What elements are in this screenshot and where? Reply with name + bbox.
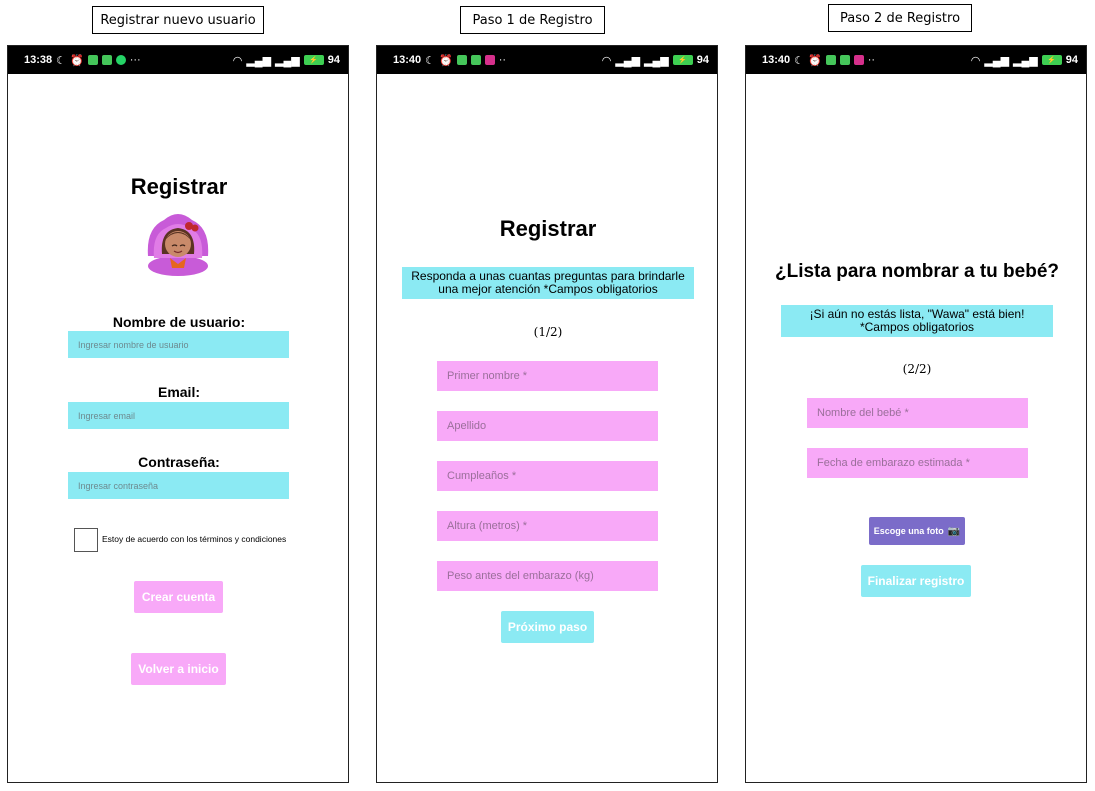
- height-input[interactable]: Altura (metros) *: [437, 511, 658, 541]
- app-notification-icon: [839, 55, 850, 65]
- next-step-button[interactable]: Próximo paso: [501, 611, 594, 643]
- create-account-button[interactable]: Crear cuenta: [134, 581, 223, 613]
- signal-icon: ▂▄▆: [246, 54, 272, 67]
- status-bar: 13:40 ☾ ⏰ ·· ◠ ▂▄▆ ▂▄▆ ⚡ 94: [746, 46, 1086, 74]
- clock: 13:40: [393, 54, 422, 66]
- email-label: Email:: [157, 384, 200, 400]
- moon-icon: ☾: [56, 54, 67, 67]
- wifi-icon: ◠: [601, 54, 612, 67]
- battery-icon: ⚡: [303, 55, 324, 65]
- birthday-input[interactable]: Cumpleaños *: [437, 461, 658, 491]
- app-notification-icon: [470, 55, 481, 65]
- signal-icon: ▂▄▆: [275, 54, 300, 67]
- alarm-icon: ⏰: [808, 54, 822, 67]
- step-indicator: (1/2): [533, 325, 563, 339]
- status-bar: 13:38 ☾ ⏰ ··· ◠ ▂▄▆ ▂▄▆ ⚡ 94: [8, 46, 348, 74]
- moon-icon: ☾: [794, 54, 805, 67]
- baby-name-input[interactable]: Nombre del bebé *: [807, 398, 1028, 428]
- caption-registrar-nuevo-usuario: Registrar nuevo usuario: [92, 6, 264, 34]
- due-date-input[interactable]: Fecha de embarazo estimada *: [807, 448, 1028, 478]
- clock: 13:40: [762, 54, 791, 66]
- instagram-icon: [853, 55, 864, 65]
- page-title: Registrar: [499, 216, 597, 241]
- clock: 13:38: [24, 54, 53, 66]
- app-notification-icon: [101, 55, 112, 65]
- info-banner: Responda a unas cuantas preguntas para b…: [402, 267, 694, 299]
- wifi-icon: ◠: [232, 54, 243, 67]
- back-to-home-button[interactable]: Volver a inicio: [131, 653, 226, 685]
- signal-icon: ▂▄▆: [1013, 54, 1038, 67]
- caption-paso-2: Paso 2 de Registro: [828, 4, 972, 32]
- more-notifications-icon: ··: [867, 54, 876, 66]
- choose-photo-label: Escoge una foto: [873, 526, 944, 536]
- moon-icon: ☾: [425, 54, 436, 67]
- more-notifications-icon: ··: [498, 54, 507, 66]
- signal-icon: ▂▄▆: [644, 54, 669, 67]
- battery-level: 94: [327, 54, 340, 66]
- username-label: Nombre de usuario:: [112, 314, 246, 330]
- page-title: ¿Lista para nombrar a tu bebé?: [775, 261, 1059, 282]
- weight-input[interactable]: Peso antes del embarazo (kg): [437, 561, 658, 591]
- status-bar: 13:40 ☾ ⏰ ·· ◠ ▂▄▆ ▂▄▆ ⚡ 94: [377, 46, 717, 74]
- battery-level: 94: [1065, 54, 1078, 66]
- password-label: Contraseña:: [138, 454, 220, 470]
- page-title: Registrar: [130, 174, 228, 199]
- info-banner: ¡Si aún no estás lista, "Wawa" está bien…: [781, 305, 1053, 337]
- password-input[interactable]: Ingresar contraseña: [68, 472, 289, 499]
- last-name-input[interactable]: Apellido: [437, 411, 658, 441]
- signal-icon: ▂▄▆: [615, 54, 641, 67]
- battery-level: 94: [696, 54, 709, 66]
- avatar-illustration: [147, 214, 209, 276]
- wifi-icon: ◠: [970, 54, 981, 67]
- phone-screen-register-user: 13:38 ☾ ⏰ ··· ◠ ▂▄▆ ▂▄▆ ⚡ 94 Registrar N…: [7, 45, 349, 783]
- finish-registration-button[interactable]: Finalizar registro: [861, 565, 971, 597]
- whatsapp-icon: [115, 55, 126, 65]
- phone-screen-step-2: 13:40 ☾ ⏰ ·· ◠ ▂▄▆ ▂▄▆ ⚡ 94 ¿Lista para …: [745, 45, 1087, 783]
- signal-icon: ▂▄▆: [984, 54, 1010, 67]
- phone-screen-step-1: 13:40 ☾ ⏰ ·· ◠ ▂▄▆ ▂▄▆ ⚡ 94 Registrar Re…: [376, 45, 718, 783]
- email-input[interactable]: Ingresar email: [68, 402, 289, 429]
- terms-label: Estoy de acuerdo con los términos y cond…: [102, 534, 287, 544]
- camera-icon: 📷: [947, 525, 961, 537]
- instagram-icon: [484, 55, 495, 65]
- username-input[interactable]: Ingresar nombre de usuario: [68, 331, 289, 358]
- caption-paso-1: Paso 1 de Registro: [460, 6, 605, 34]
- alarm-icon: ⏰: [70, 54, 84, 67]
- battery-icon: ⚡: [1041, 55, 1062, 65]
- app-notification-icon: [825, 55, 836, 65]
- step-indicator: (2/2): [902, 362, 932, 376]
- more-notifications-icon: ···: [129, 54, 141, 66]
- battery-icon: ⚡: [672, 55, 693, 65]
- terms-checkbox[interactable]: [74, 528, 98, 552]
- alarm-icon: ⏰: [439, 54, 453, 67]
- choose-photo-button[interactable]: Escoge una foto 📷: [869, 517, 965, 545]
- app-notification-icon: [87, 55, 98, 65]
- first-name-input[interactable]: Primer nombre *: [437, 361, 658, 391]
- app-notification-icon: [456, 55, 467, 65]
